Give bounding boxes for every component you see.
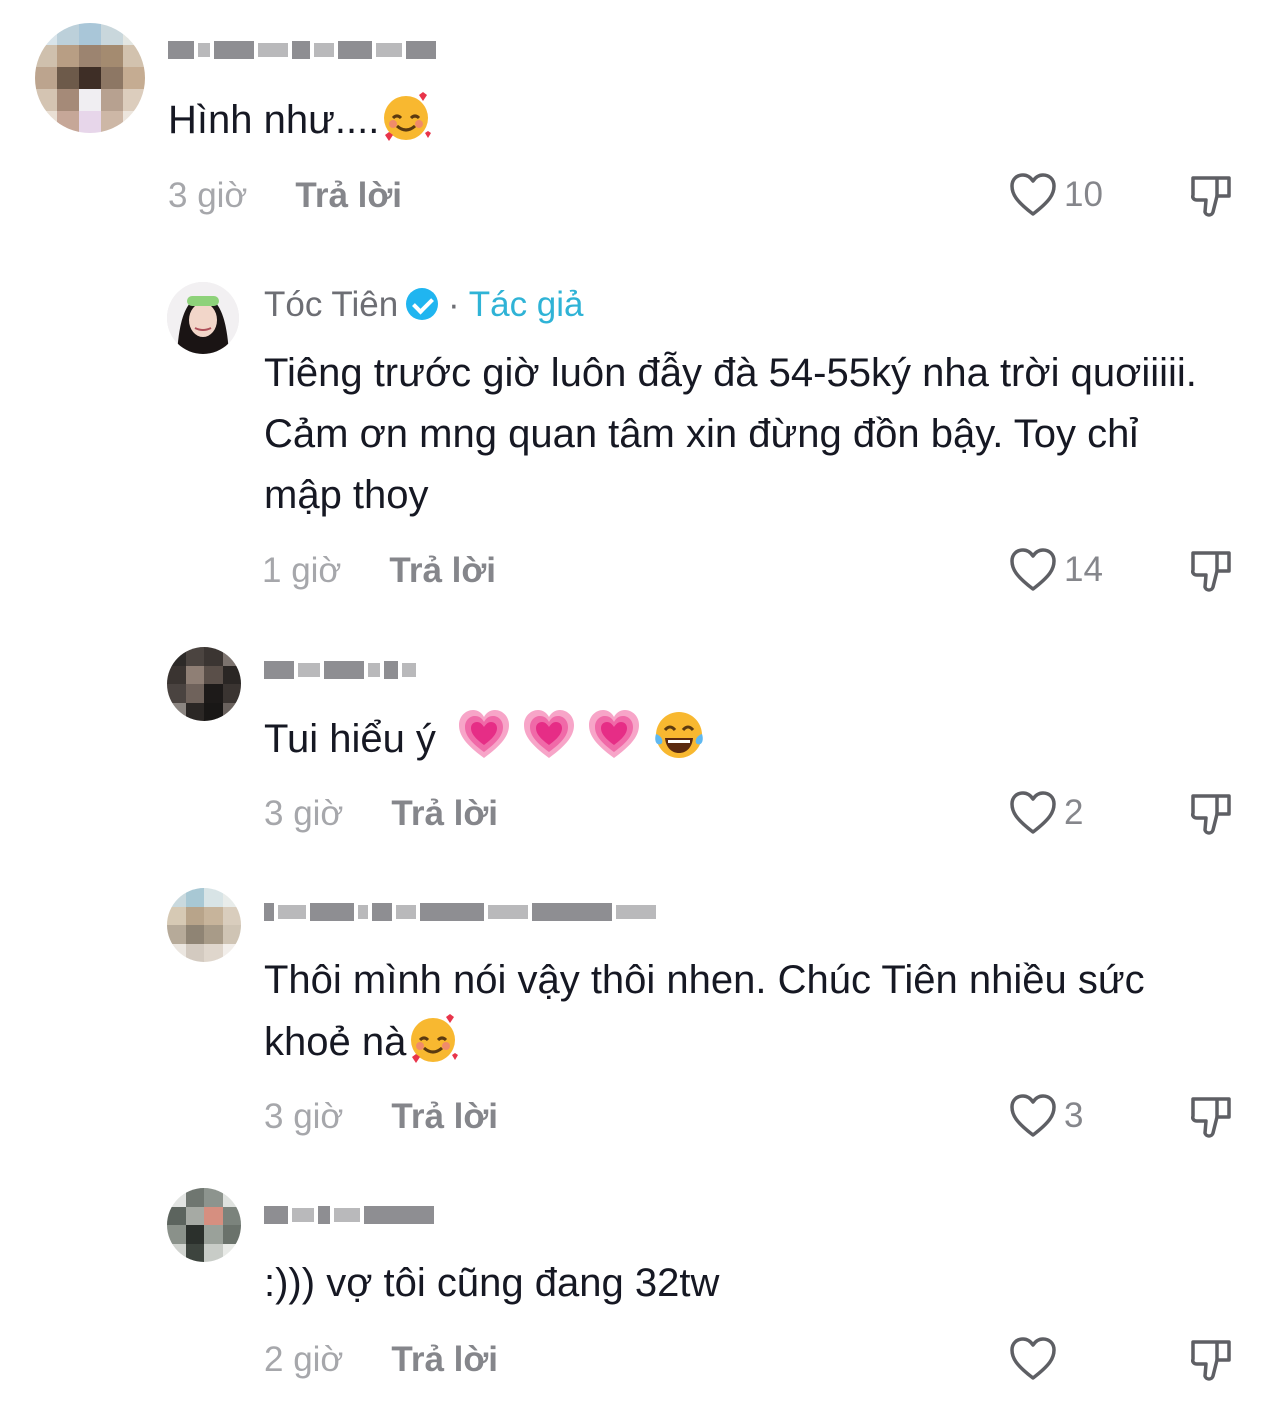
comment-time: 3 giờ (168, 176, 248, 215)
dislike-icon[interactable] (1187, 1336, 1235, 1384)
comment-text-content: Hình như.... (168, 98, 380, 142)
comment-time: 3 giờ (264, 1097, 344, 1136)
growing-heart-icon (587, 708, 641, 762)
like-count: 3 (1064, 1096, 1084, 1135)
comment-text-content: Thôi mình nói vậy thôi nhen. Chúc Tiên n… (264, 958, 1145, 1064)
reply-button[interactable]: Trả lời (391, 794, 498, 833)
verified-icon (406, 288, 439, 320)
comment-text: Tiêng trước giờ luôn đẫy đà 54-55ký nha … (264, 351, 1197, 517)
like-button[interactable]: 2 (1008, 788, 1083, 838)
like-count: 14 (1064, 550, 1103, 589)
heart-outline-icon (1010, 548, 1056, 591)
like-button[interactable]: 14 (1008, 545, 1103, 595)
heart-outline-icon (1010, 173, 1056, 216)
like-button[interactable]: 3 (1008, 1091, 1083, 1141)
username-blurred[interactable] (264, 902, 656, 922)
avatar-toc-tien[interactable] (167, 282, 239, 354)
comment-meta: 3 giờ Trả lời (264, 794, 498, 834)
comment-meta: 2 giờ Trả lời (264, 1340, 498, 1380)
dislike-icon[interactable] (1187, 790, 1235, 838)
dislike-icon[interactable] (1187, 547, 1235, 595)
growing-heart-icon (522, 708, 576, 762)
growing-heart-icon (457, 708, 511, 762)
comment-meta: 3 giờ Trả lời (168, 176, 402, 216)
smiling-face-with-hearts-icon (379, 89, 433, 143)
like-button[interactable] (1008, 1334, 1064, 1384)
reply-button[interactable]: Trả lời (391, 1340, 498, 1379)
author-tag: Tác giả (468, 285, 584, 324)
avatar[interactable] (167, 888, 241, 962)
reply-button[interactable]: Trả lời (391, 1097, 498, 1136)
avatar[interactable] (35, 23, 145, 133)
dislike-icon[interactable] (1187, 172, 1235, 220)
like-count: 2 (1064, 793, 1084, 832)
comment-text: Tui hiểu ý (264, 708, 1224, 770)
tears-of-joy-icon (652, 708, 706, 762)
like-button[interactable]: 10 (1008, 170, 1103, 220)
comment-meta: 1 giờ Trả lời (262, 551, 496, 591)
username-blurred[interactable] (264, 660, 416, 680)
username-blurred[interactable] (264, 1205, 434, 1225)
avatar[interactable] (167, 1188, 241, 1262)
like-count: 10 (1064, 175, 1103, 214)
comment-text-content: Tui hiểu ý (264, 717, 436, 761)
comment-text: Thôi mình nói vậy thôi nhen. Chúc Tiên n… (264, 950, 1224, 1073)
heart-outline-icon (1010, 791, 1056, 834)
smiling-face-with-hearts-icon (406, 1011, 460, 1065)
comment-time: 2 giờ (264, 1340, 344, 1379)
dislike-icon[interactable] (1187, 1093, 1235, 1141)
username[interactable]: Tóc Tiên · Tác giả (264, 285, 584, 325)
comment-text: Hình như.... (168, 89, 1128, 151)
comment-time: 1 giờ (262, 551, 342, 590)
heart-outline-icon (1010, 1094, 1056, 1137)
comment-meta: 3 giờ Trả lời (264, 1097, 498, 1137)
reply-button[interactable]: Trả lời (389, 551, 496, 590)
separator-dot: · (447, 285, 460, 324)
username-blurred[interactable] (168, 40, 436, 60)
avatar[interactable] (167, 647, 241, 721)
username-text: Tóc Tiên (264, 285, 399, 324)
comment-time: 3 giờ (264, 794, 344, 833)
heart-outline-icon (1010, 1337, 1056, 1380)
reply-button[interactable]: Trả lời (295, 176, 402, 215)
comment-text: :))) vợ tôi cũng đang 32tw (264, 1261, 720, 1305)
